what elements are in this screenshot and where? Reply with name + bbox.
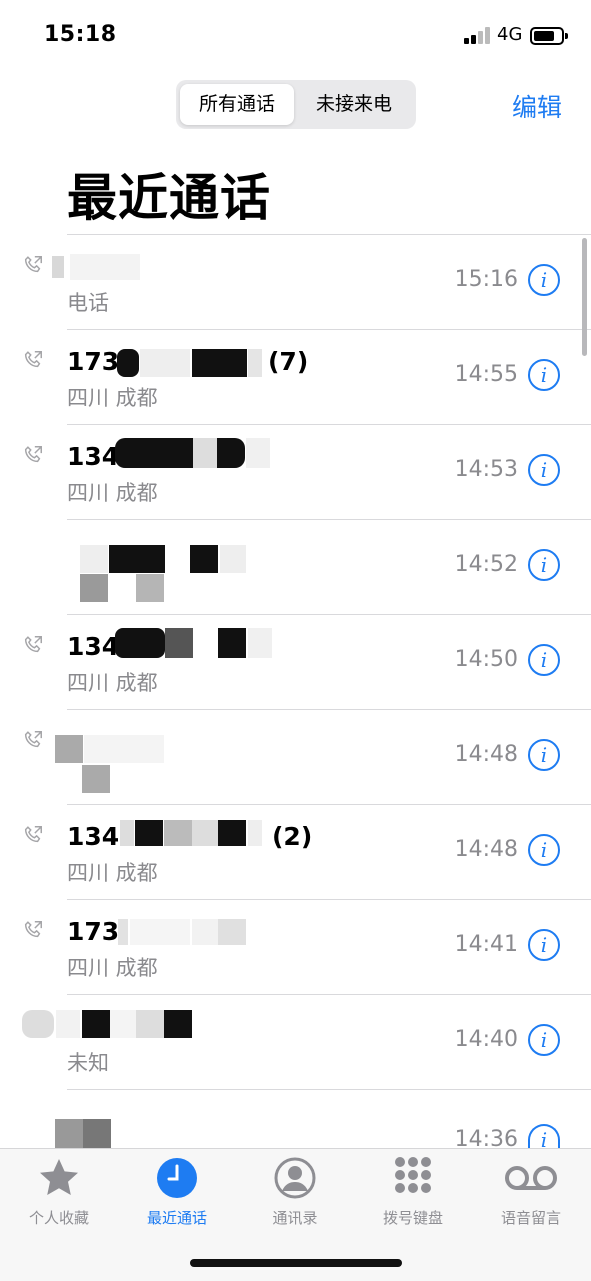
scrollbar[interactable] xyxy=(582,238,587,356)
call-row[interactable]: 14:52 i xyxy=(0,519,591,614)
outgoing-call-icon xyxy=(24,636,42,653)
tab-voicemail[interactable]: 语音留言 xyxy=(476,1155,586,1228)
call-row[interactable]: 14:36 i xyxy=(0,1089,591,1152)
call-count: (7) xyxy=(268,347,309,376)
segment-all-calls[interactable]: 所有通话 xyxy=(180,84,294,125)
call-row[interactable]: 173 (7) 四川 成都 14:55 i xyxy=(0,329,591,424)
call-time: 14:48 xyxy=(454,837,518,862)
tab-favorites[interactable]: 个人收藏 xyxy=(4,1155,114,1228)
call-location: 电话 xyxy=(67,291,109,315)
tab-contacts[interactable]: 通讯录 xyxy=(240,1155,350,1228)
signal-icon xyxy=(464,26,492,44)
outgoing-call-icon xyxy=(24,351,42,368)
info-icon[interactable]: i xyxy=(528,834,560,866)
call-location: 四川 成都 xyxy=(67,861,158,885)
call-time: 14:50 xyxy=(454,647,518,672)
call-row[interactable]: 134 (2) 四川 成都 14:48 i xyxy=(0,804,591,899)
tab-label: 语音留言 xyxy=(500,1209,561,1227)
tab-keypad[interactable]: 拨号键盘 xyxy=(358,1155,468,1228)
tab-label: 最近通话 xyxy=(146,1209,207,1227)
tab-label: 个人收藏 xyxy=(28,1209,89,1227)
keypad-icon xyxy=(390,1155,436,1201)
star-icon xyxy=(36,1155,82,1201)
outgoing-call-icon xyxy=(24,731,42,748)
call-row[interactable]: 173 四川 成都 14:41 i xyxy=(0,899,591,994)
call-time: 14:40 xyxy=(454,1027,518,1052)
call-location: 四川 成都 xyxy=(67,386,158,410)
info-icon[interactable]: i xyxy=(528,1024,560,1056)
call-time: 14:41 xyxy=(454,932,518,957)
tab-recents[interactable]: 最近通话 xyxy=(122,1155,232,1228)
caller-name: 134 xyxy=(67,442,120,471)
tab-label: 通讯录 xyxy=(272,1209,318,1227)
caller-name: 134 xyxy=(67,822,120,851)
call-filter-segment: 所有通话 未接来电 xyxy=(176,80,416,129)
call-count: (2) xyxy=(272,822,313,851)
call-time: 14:48 xyxy=(454,742,518,767)
outgoing-call-icon xyxy=(24,921,42,938)
home-indicator[interactable] xyxy=(190,1259,402,1267)
caller-name: 173 xyxy=(67,347,120,376)
person-circle-icon xyxy=(272,1155,318,1201)
info-icon[interactable]: i xyxy=(528,454,560,486)
call-row[interactable]: 电话 15:16 i xyxy=(0,234,591,329)
voicemail-icon xyxy=(501,1155,561,1201)
info-icon[interactable]: i xyxy=(528,1124,560,1149)
call-row[interactable]: 未知 14:40 i xyxy=(0,994,591,1089)
call-location: 未知 xyxy=(67,1051,109,1075)
clock-icon xyxy=(154,1155,200,1201)
info-icon[interactable]: i xyxy=(528,644,560,676)
battery-icon xyxy=(530,27,568,45)
info-icon[interactable]: i xyxy=(528,549,560,581)
segment-missed-calls[interactable]: 未接来电 xyxy=(296,84,412,125)
call-time: 14:55 xyxy=(454,362,518,387)
call-time: 14:53 xyxy=(454,457,518,482)
network-type: 4G xyxy=(497,24,523,45)
caller-name: 173 xyxy=(67,917,120,946)
call-location: 四川 成都 xyxy=(67,956,158,980)
tab-label: 拨号键盘 xyxy=(382,1209,443,1227)
edit-button[interactable]: 编辑 xyxy=(512,88,562,124)
call-time: 15:16 xyxy=(454,267,518,292)
page-title: 最近通话 xyxy=(67,169,271,227)
outgoing-call-icon xyxy=(24,446,42,463)
call-location: 四川 成都 xyxy=(67,481,158,505)
call-time: 14:52 xyxy=(454,552,518,577)
outgoing-call-icon xyxy=(24,826,42,843)
call-row[interactable]: 134 四川 成都 14:50 i xyxy=(0,614,591,709)
call-row[interactable]: 14:48 i xyxy=(0,709,591,804)
info-icon[interactable]: i xyxy=(528,264,560,296)
call-row[interactable]: 134 四川 成都 14:53 i xyxy=(0,424,591,519)
status-bar: 15:18 4G xyxy=(0,0,591,70)
info-icon[interactable]: i xyxy=(528,929,560,961)
caller-name: 134 xyxy=(67,632,120,661)
status-time: 15:18 xyxy=(44,22,117,47)
info-icon[interactable]: i xyxy=(528,359,560,391)
call-location: 四川 成都 xyxy=(67,671,158,695)
outgoing-call-icon xyxy=(24,256,42,273)
info-icon[interactable]: i xyxy=(528,739,560,771)
